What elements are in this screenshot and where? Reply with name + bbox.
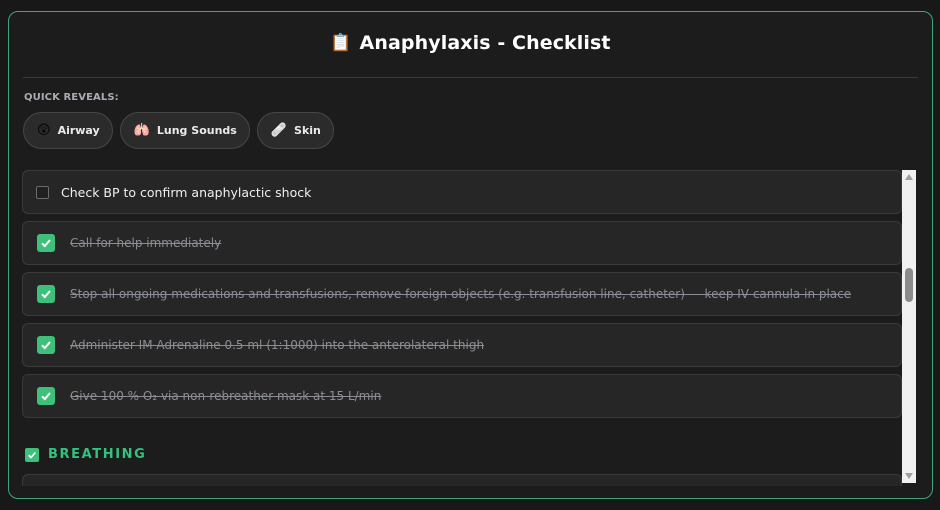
- chip-label: Airway: [57, 124, 100, 137]
- section-header-breathing: BREATHING: [25, 447, 146, 462]
- checklist-item[interactable]: [22, 474, 902, 486]
- title-row: 📋 Anaphylaxis - Checklist: [9, 28, 932, 58]
- divider: [23, 77, 918, 78]
- page-title: Anaphylaxis - Checklist: [359, 32, 611, 54]
- checklist-item-text: Give 100 % O₂ via non-rebreather mask at…: [70, 389, 382, 403]
- section-check-icon: [25, 447, 39, 462]
- checklist-item-text: Administer IM Adrenaline 0.5 ml (1:1000)…: [70, 338, 485, 352]
- chip-airway[interactable]: 😲 Airway: [23, 112, 113, 149]
- clipboard-icon: 📋: [330, 32, 352, 53]
- checklist-item-text: Call for help immediately: [70, 236, 222, 250]
- checked-checkbox[interactable]: [37, 285, 55, 303]
- lungs-icon: 🫁: [133, 123, 150, 138]
- checkmark-icon: [41, 341, 51, 350]
- checkmark-icon: [41, 290, 51, 299]
- scroll-up-arrow-icon[interactable]: [902, 170, 916, 184]
- checklist-item-text: Check BP to confirm anaphylactic shock: [61, 184, 312, 200]
- vertical-scrollbar[interactable]: [902, 170, 916, 483]
- checked-checkbox[interactable]: [37, 387, 55, 405]
- chip-label: Skin: [294, 124, 321, 137]
- checked-checkbox[interactable]: [37, 234, 55, 252]
- scrollbar-thumb[interactable]: [905, 268, 913, 302]
- section-label: BREATHING: [48, 447, 147, 462]
- checked-checkbox[interactable]: [37, 336, 55, 354]
- checklist-item[interactable]: Administer IM Adrenaline 0.5 ml (1:1000)…: [22, 323, 902, 367]
- checklist-scroll-area[interactable]: Check BP to confirm anaphylactic shock C…: [22, 170, 902, 486]
- checkmark-icon: [41, 392, 51, 401]
- scroll-down-arrow-icon[interactable]: [902, 469, 916, 483]
- quick-reveals-label: QUICK REVEALS:: [24, 92, 119, 103]
- unchecked-checkbox[interactable]: [36, 185, 49, 199]
- astonished-face-icon: 😲: [37, 123, 51, 138]
- checklist-item[interactable]: Stop all ongoing medications and transfu…: [22, 272, 902, 316]
- checklist-item-text: Stop all ongoing medications and transfu…: [70, 287, 852, 301]
- bandage-icon: 🩹: [270, 123, 288, 138]
- chip-lung-sounds[interactable]: 🫁 Lung Sounds: [119, 112, 250, 149]
- checklist-item[interactable]: Check BP to confirm anaphylactic shock: [22, 170, 902, 214]
- checklist-item[interactable]: Give 100 % O₂ via non-rebreather mask at…: [22, 374, 902, 418]
- chip-label: Lung Sounds: [156, 124, 237, 137]
- quick-reveal-chips: 😲 Airway 🫁 Lung Sounds 🩹 Skin: [23, 112, 334, 149]
- checkmark-icon: [41, 239, 51, 248]
- checklist-item[interactable]: Call for help immediately: [22, 221, 902, 265]
- chip-skin[interactable]: 🩹 Skin: [256, 112, 334, 149]
